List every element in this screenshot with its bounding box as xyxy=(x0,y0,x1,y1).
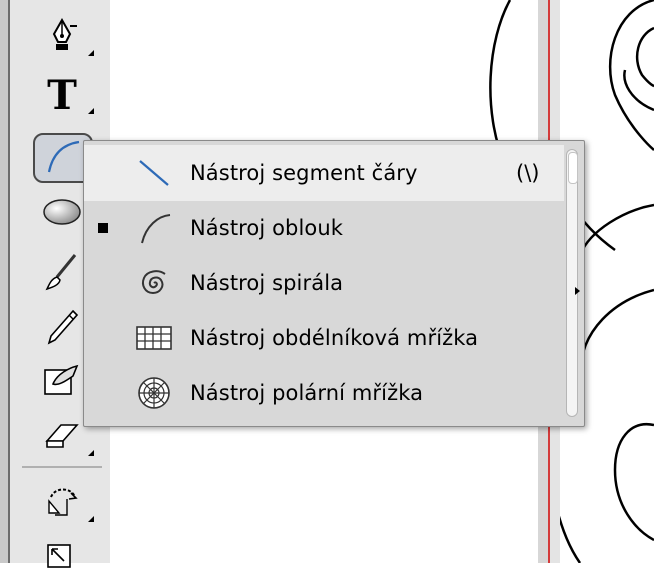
rotate-tool-button[interactable] xyxy=(22,478,102,530)
arc-icon xyxy=(132,206,176,250)
menu-item-spiral-tool[interactable]: Nástroj spirála xyxy=(84,255,564,311)
blob-brush-tool-icon xyxy=(43,362,81,402)
tearoff-arrow-icon[interactable] xyxy=(575,287,580,295)
checkmark-icon xyxy=(98,223,108,233)
scale-tool-button[interactable] xyxy=(22,530,102,582)
pen-tool-button[interactable] xyxy=(22,12,102,64)
pen-tool-icon xyxy=(45,16,79,60)
spiral-icon xyxy=(132,261,176,305)
line-segment-icon xyxy=(132,151,176,195)
type-tool-button[interactable]: T xyxy=(22,70,102,122)
menu-item-shortcut: (\) xyxy=(516,161,540,185)
panel-divider xyxy=(8,0,10,563)
scrollbar-thumb[interactable] xyxy=(568,152,578,184)
eraser-tool-icon xyxy=(43,421,81,455)
menu-item-label: Nástroj spirála xyxy=(190,271,344,295)
line-tools-flyout-menu: Nástroj segment čáry (\) Nástroj oblouk … xyxy=(83,140,585,427)
flyout-indicator-icon xyxy=(88,50,94,56)
menu-scrollbar[interactable] xyxy=(566,149,580,417)
type-tool-icon: T xyxy=(47,72,77,119)
menu-item-arc-tool[interactable]: Nástroj oblouk xyxy=(84,200,564,256)
flyout-indicator-icon xyxy=(88,516,94,522)
menu-item-polar-grid-tool[interactable]: Nástroj polární mřížka xyxy=(84,365,564,421)
flyout-indicator-icon xyxy=(88,108,94,114)
tool-group-separator xyxy=(22,466,102,468)
line-segment-tool-icon xyxy=(43,138,83,178)
panel-edge xyxy=(0,0,8,563)
menu-item-line-segment-tool[interactable]: Nástroj segment čáry (\) xyxy=(84,145,564,201)
paintbrush-tool-icon xyxy=(45,253,79,295)
menu-item-rectangular-grid-tool[interactable]: Nástroj obdélníková mřížka xyxy=(84,310,564,366)
menu-item-label: Nástroj obdélníková mřížka xyxy=(190,326,479,350)
menu-item-label: Nástroj oblouk xyxy=(190,216,344,240)
pencil-tool-icon xyxy=(45,308,79,350)
rotate-tool-icon xyxy=(43,483,81,525)
menu-item-label: Nástroj polární mřížka xyxy=(190,381,424,405)
menu-item-label: Nástroj segment čáry xyxy=(190,161,418,185)
rectangular-grid-icon xyxy=(132,316,176,360)
polar-grid-icon xyxy=(132,371,176,415)
scale-tool-icon xyxy=(44,537,80,575)
flyout-indicator-icon xyxy=(88,450,94,456)
ellipse-tool-icon xyxy=(42,197,82,231)
